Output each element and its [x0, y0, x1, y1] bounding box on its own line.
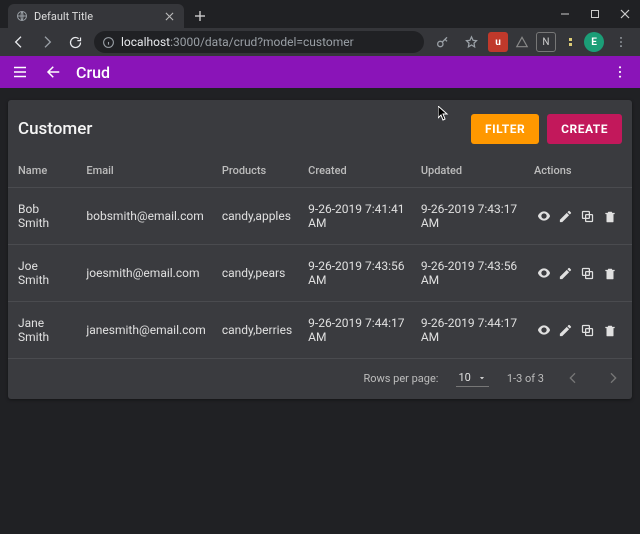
- table-row: Joe Smithjoesmith@email.comcandy,pears9-…: [8, 245, 632, 302]
- col-name[interactable]: Name: [8, 154, 78, 188]
- col-email[interactable]: Email: [78, 154, 213, 188]
- back-button[interactable]: [6, 30, 32, 54]
- maximize-button[interactable]: [580, 0, 610, 28]
- col-updated[interactable]: Updated: [413, 154, 526, 188]
- omnibox[interactable]: localhost:3000/data/crud?model=customer: [94, 31, 424, 53]
- hamburger-menu-icon[interactable]: [8, 60, 32, 84]
- cell-email: janesmith@email.com: [78, 302, 213, 359]
- card-header: Customer FILTER CREATE: [8, 100, 632, 154]
- rows-per-page-label: Rows per page:: [363, 372, 438, 385]
- cell-name: Joe Smith: [8, 245, 78, 302]
- cell-updated: 9-26-2019 7:43:17 AM: [413, 188, 526, 245]
- prev-page-button[interactable]: [562, 367, 584, 389]
- data-card: Customer FILTER CREATE Name Email Produc…: [8, 100, 632, 399]
- star-icon[interactable]: [458, 30, 484, 54]
- delete-icon[interactable]: [600, 321, 620, 341]
- tab-strip: Default Title: [0, 0, 640, 28]
- filter-button[interactable]: FILTER: [471, 114, 539, 144]
- app-bar: Crud: [0, 56, 640, 88]
- extension-ublock-icon[interactable]: u: [488, 32, 508, 52]
- col-products[interactable]: Products: [214, 154, 300, 188]
- url-text: localhost:3000/data/crud?model=customer: [121, 35, 354, 49]
- cell-actions: [526, 302, 632, 359]
- cell-actions: [526, 188, 632, 245]
- pagination-range: 1-3 of 3: [507, 372, 544, 385]
- col-actions: Actions: [526, 154, 632, 188]
- cell-updated: 9-26-2019 7:44:17 AM: [413, 302, 526, 359]
- browser-tab[interactable]: Default Title: [8, 4, 184, 28]
- copy-icon[interactable]: [578, 320, 598, 340]
- more-vert-icon[interactable]: [608, 60, 632, 84]
- cell-email: bobsmith@email.com: [78, 188, 213, 245]
- cell-updated: 9-26-2019 7:43:56 AM: [413, 245, 526, 302]
- key-icon[interactable]: [430, 30, 456, 54]
- site-info-icon[interactable]: [102, 36, 115, 49]
- window-controls: [550, 0, 640, 28]
- delete-icon[interactable]: [600, 264, 620, 284]
- create-button[interactable]: CREATE: [547, 114, 622, 144]
- cell-created: 9-26-2019 7:41:41 AM: [300, 188, 413, 245]
- forward-button[interactable]: [34, 30, 60, 54]
- browser-menu-button[interactable]: [608, 30, 634, 54]
- cell-products: candy,berries: [214, 302, 300, 359]
- next-page-button[interactable]: [602, 367, 624, 389]
- close-window-button[interactable]: [610, 0, 640, 28]
- globe-icon: [16, 10, 28, 22]
- data-table: Name Email Products Created Updated Acti…: [8, 154, 632, 358]
- view-icon[interactable]: [534, 206, 554, 226]
- table-header-row: Name Email Products Created Updated Acti…: [8, 154, 632, 188]
- cell-actions: [526, 245, 632, 302]
- copy-icon[interactable]: [578, 206, 598, 226]
- cell-products: candy,pears: [214, 245, 300, 302]
- edit-icon[interactable]: [556, 320, 576, 340]
- cell-name: Bob Smith: [8, 188, 78, 245]
- appbar-title: Crud: [76, 63, 110, 82]
- page-heading: Customer: [18, 119, 92, 139]
- delete-icon[interactable]: [600, 207, 620, 227]
- back-arrow-icon[interactable]: [42, 60, 66, 84]
- rows-per-page-value: 10: [458, 371, 470, 384]
- profile-avatar-icon[interactable]: E: [584, 32, 604, 52]
- edit-icon[interactable]: [556, 206, 576, 226]
- edit-icon[interactable]: [556, 263, 576, 283]
- extension-icons: u N E: [488, 30, 634, 54]
- extension-dots-icon[interactable]: [560, 32, 580, 52]
- cell-email: joesmith@email.com: [78, 245, 213, 302]
- copy-icon[interactable]: [578, 263, 598, 283]
- chevron-down-icon: [477, 373, 487, 383]
- reload-button[interactable]: [62, 30, 88, 54]
- extension-n-icon[interactable]: N: [536, 32, 556, 52]
- cell-created: 9-26-2019 7:43:56 AM: [300, 245, 413, 302]
- minimize-button[interactable]: [550, 0, 580, 28]
- col-created[interactable]: Created: [300, 154, 413, 188]
- table-footer: Rows per page: 10 1-3 of 3: [8, 358, 632, 393]
- close-tab-icon[interactable]: [162, 9, 176, 23]
- table-row: Bob Smithbobsmith@email.comcandy,apples9…: [8, 188, 632, 245]
- cell-created: 9-26-2019 7:44:17 AM: [300, 302, 413, 359]
- tab-title: Default Title: [34, 10, 156, 23]
- address-bar-row: localhost:3000/data/crud?model=customer …: [0, 28, 640, 56]
- view-icon[interactable]: [534, 263, 554, 283]
- cell-products: candy,apples: [214, 188, 300, 245]
- extension-triangle-icon[interactable]: [512, 32, 532, 52]
- new-tab-button[interactable]: [188, 4, 212, 28]
- view-icon[interactable]: [534, 320, 554, 340]
- cell-name: Jane Smith: [8, 302, 78, 359]
- table-row: Jane Smithjanesmith@email.comcandy,berri…: [8, 302, 632, 359]
- rows-per-page-select[interactable]: 10: [456, 369, 488, 387]
